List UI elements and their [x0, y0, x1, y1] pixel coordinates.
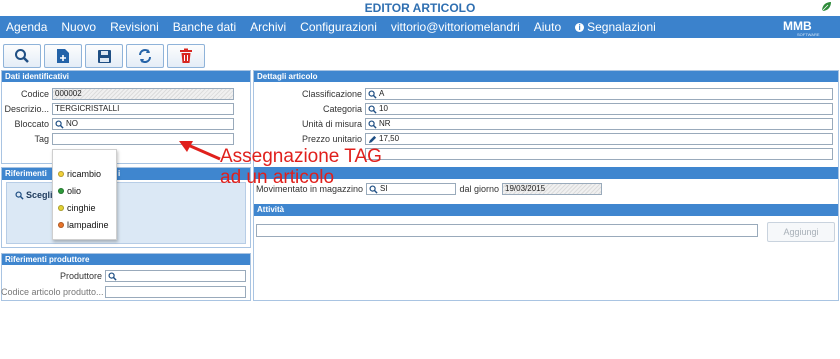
menu-revisioni[interactable]: Revisioni — [103, 16, 166, 38]
categoria-value: 10 — [379, 104, 388, 113]
search-icon — [15, 49, 29, 63]
riferimenti-header-start: Riferimenti — [5, 169, 47, 178]
aggiungi-button[interactable]: Aggiungi — [767, 222, 835, 242]
yellow-dot-icon — [58, 205, 64, 211]
menu-nuovo[interactable]: Nuovo — [54, 16, 103, 38]
unita-field[interactable]: NR — [365, 118, 833, 130]
tag-option-cinghie[interactable]: cinghie — [58, 203, 96, 213]
delete-icon — [180, 48, 192, 63]
panel-header: Riferimenti produttore — [2, 254, 250, 265]
logo-subtext: SOFTWARE — [797, 32, 820, 37]
search-icon — [368, 104, 377, 114]
orange-dot-icon — [58, 222, 64, 228]
tag-option-label: lampadine — [67, 220, 109, 230]
yellow-dot-icon — [58, 171, 64, 177]
menu-aiuto[interactable]: Aiuto — [527, 16, 568, 38]
riferimenti-area: Scegli — [6, 182, 246, 244]
annotation-text: Assegnazione TAG ad un articolo — [220, 146, 382, 188]
descrizione-label: Descrizio... — [4, 104, 49, 114]
classificazione-label: Classificazione — [301, 89, 362, 99]
save-icon — [97, 49, 111, 63]
classificazione-value: A — [379, 89, 385, 98]
produttore-label: Produttore — [59, 271, 102, 281]
tag-option-lampadine[interactable]: lampadine — [58, 220, 109, 230]
new-document-icon — [57, 49, 69, 63]
panel-header: Riferimenti i — [2, 168, 250, 180]
menu-configurazioni[interactable]: Configurazioni — [293, 16, 384, 38]
logo-text: MMB — [783, 19, 812, 33]
bloccato-label: Bloccato — [14, 119, 49, 129]
menu-bar: Agenda Nuovo Revisioni Banche dati Archi… — [0, 16, 840, 38]
tag-dropdown: ricambio olio cinghie lampadine — [52, 149, 117, 240]
codice-field: 000002 — [52, 88, 234, 100]
prezzo-label: Prezzo unitario — [301, 134, 362, 144]
search-icon — [55, 119, 64, 129]
search-icon — [368, 119, 377, 129]
categoria-field[interactable]: 10 — [365, 103, 833, 115]
tag-option-label: olio — [67, 186, 82, 196]
panel-riferimenti: Riferimenti i Scegli — [1, 167, 251, 248]
categoria-label: Categoria — [322, 104, 362, 114]
title-bar: EDITOR ARTICOLO — [0, 0, 840, 16]
tag-option-label: ricambio — [67, 169, 102, 179]
scegli-button[interactable]: Scegli — [15, 190, 53, 200]
menu-segnalazioni[interactable]: i Segnalazioni — [568, 16, 663, 38]
bloccato-value: NO — [66, 119, 78, 128]
attivita-header: Attività — [254, 204, 838, 216]
panel-header: Dati identificativi — [2, 71, 250, 82]
info-icon: i — [575, 23, 585, 32]
codice-label: Codice — [20, 89, 49, 99]
prezzo-value: 17,50 — [379, 134, 400, 143]
mmb-logo: MMB SOFTWARE — [783, 19, 820, 37]
unita-value: NR — [379, 119, 391, 128]
pencil-icon — [368, 135, 377, 143]
leaf-icon — [821, 2, 831, 12]
toolbar — [3, 44, 205, 68]
menu-agenda[interactable]: Agenda — [0, 16, 54, 38]
search-icon — [368, 89, 377, 99]
riferimenti-header-end: i — [118, 169, 121, 178]
search-icon — [15, 190, 24, 200]
tag-label: Tag — [34, 134, 49, 144]
attivita-input[interactable] — [256, 224, 758, 237]
dal-giorno-field: 19/03/2015 — [502, 183, 602, 195]
codice-produttore-label: Codice articolo produtto... — [1, 287, 104, 297]
tag-option-ricambio[interactable]: ricambio — [58, 169, 101, 179]
descrizione-field[interactable]: TERGICRISTALLI — [52, 103, 234, 115]
produttore-field[interactable] — [105, 270, 246, 282]
menu-banche-dati[interactable]: Banche dati — [166, 16, 243, 38]
scegli-label: Scegli — [26, 190, 53, 200]
segnalazioni-label: Segnalazioni — [587, 20, 656, 34]
annotation-line-1: Assegnazione TAG — [220, 146, 382, 167]
panel-header: Dettagli articolo — [254, 71, 838, 82]
refresh-button[interactable] — [126, 44, 164, 68]
tag-option-label: cinghie — [67, 203, 96, 213]
window-title: EDITOR ARTICOLO — [364, 1, 476, 15]
green-dot-icon — [58, 188, 64, 194]
unita-label: Unità di misura — [301, 119, 362, 129]
bloccato-field[interactable]: NO — [52, 118, 234, 130]
new-button[interactable] — [44, 44, 82, 68]
codice-produttore-field[interactable] — [105, 286, 246, 298]
delete-button[interactable] — [167, 44, 205, 68]
search-icon — [108, 271, 117, 281]
search-button[interactable] — [3, 44, 41, 68]
dal-giorno-label: dal giorno — [459, 184, 499, 194]
annotation-line-2: ad un articolo — [220, 167, 335, 188]
menu-user[interactable]: vittorio@vittoriomelandri — [384, 16, 527, 38]
menu-archivi[interactable]: Archivi — [243, 16, 293, 38]
extra-field[interactable] — [365, 148, 833, 160]
prezzo-field[interactable]: 17,50 — [365, 133, 833, 145]
tag-option-olio[interactable]: olio — [58, 186, 81, 196]
classificazione-field[interactable]: A — [365, 88, 833, 100]
refresh-icon — [139, 49, 151, 63]
annotation-arrow-icon — [179, 141, 221, 161]
save-button[interactable] — [85, 44, 123, 68]
